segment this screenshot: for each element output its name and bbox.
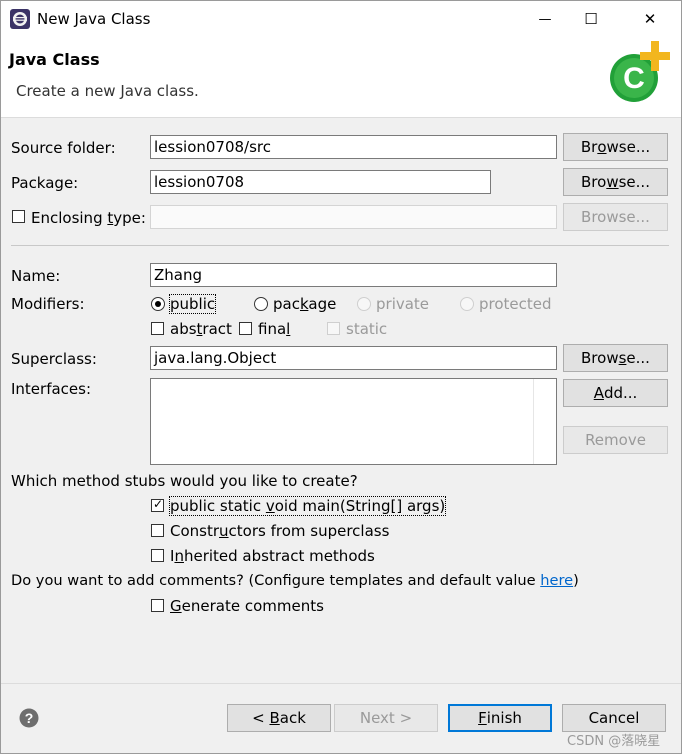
minimize-icon: — bbox=[538, 11, 552, 27]
wizard-description: Create a new Java class. bbox=[16, 82, 199, 100]
maximize-button[interactable]: ☐ bbox=[568, 1, 614, 37]
interfaces-list-scrollbar[interactable] bbox=[533, 379, 556, 464]
name-label: Name: bbox=[11, 267, 61, 285]
static-checkbox-label: static bbox=[346, 320, 388, 338]
finish-button[interactable]: Finish bbox=[448, 704, 552, 732]
package-field[interactable]: lession0708 bbox=[150, 170, 491, 194]
interfaces-label: Interfaces: bbox=[11, 380, 92, 398]
window-title: New Java Class bbox=[37, 10, 151, 28]
wizard-title: Java Class bbox=[9, 50, 100, 69]
enclosing-type-browse-button[interactable]: Browse... bbox=[563, 203, 668, 231]
main-method-label: public static void main(String[] args) bbox=[168, 496, 447, 516]
next-button[interactable]: Next > bbox=[334, 704, 438, 732]
maximize-icon: ☐ bbox=[584, 10, 598, 28]
private-radio-label: private bbox=[376, 295, 430, 313]
class-name-field[interactable]: Zhang bbox=[150, 263, 557, 287]
package-radio[interactable] bbox=[254, 297, 268, 311]
source-folder-field[interactable]: lession0708/src bbox=[150, 135, 557, 159]
superclass-field[interactable]: java.lang.Object bbox=[150, 346, 557, 370]
constructors-label: Constructors from superclass bbox=[170, 522, 390, 540]
modifiers-label: Modifiers: bbox=[11, 295, 85, 313]
package-radio-label: package bbox=[273, 295, 337, 313]
method-stubs-question: Which method stubs would you like to cre… bbox=[11, 472, 358, 490]
back-button[interactable]: < Back bbox=[227, 704, 331, 732]
package-browse-button[interactable]: Bro w se... bbox=[563, 168, 668, 196]
source-folder-browse-button[interactable]: Br o wse... bbox=[563, 133, 668, 161]
eclipse-app-icon bbox=[10, 9, 30, 29]
close-button[interactable]: ✕ bbox=[627, 1, 673, 37]
private-radio[interactable] bbox=[357, 297, 371, 311]
browse-label: Brow bbox=[581, 349, 619, 367]
protected-radio-label: protected bbox=[479, 295, 552, 313]
svg-text:C: C bbox=[623, 62, 645, 95]
enclosing-type-checkbox[interactable] bbox=[12, 210, 25, 223]
main-method-checkbox[interactable]: ✓ bbox=[151, 497, 164, 512]
abstract-checkbox[interactable] bbox=[151, 322, 164, 335]
browse-label: Br bbox=[580, 138, 598, 156]
source-folder-label: Source folder: bbox=[11, 139, 116, 157]
new-java-class-dialog: New Java Class — ☐ ✕ Java Class Create a… bbox=[0, 0, 682, 754]
static-checkbox[interactable] bbox=[327, 322, 340, 335]
configure-templates-link[interactable]: here bbox=[540, 572, 573, 589]
footer-separator bbox=[1, 683, 681, 684]
separator bbox=[11, 245, 669, 246]
public-radio-label: public bbox=[168, 294, 217, 314]
final-checkbox-label: final bbox=[258, 320, 291, 338]
wizard-header: Java Class Create a new Java class. C bbox=[1, 37, 681, 118]
comments-question: Do you want to add comments? (Configure … bbox=[11, 572, 579, 589]
minimize-button[interactable]: — bbox=[522, 1, 568, 37]
public-radio[interactable] bbox=[151, 297, 165, 311]
interfaces-list[interactable] bbox=[150, 378, 557, 465]
close-icon: ✕ bbox=[643, 10, 657, 28]
enclosing-type-label: Enclosing type: bbox=[31, 209, 146, 227]
remove-interface-button[interactable]: Remove bbox=[563, 426, 668, 454]
enclosing-type-field[interactable] bbox=[150, 205, 557, 229]
inherited-methods-label: Inherited abstract methods bbox=[170, 547, 375, 565]
superclass-label: Superclass: bbox=[11, 350, 97, 368]
superclass-browse-button[interactable]: Brow s e... bbox=[563, 344, 668, 372]
abstract-checkbox-label: abstract bbox=[170, 320, 232, 338]
generate-comments-checkbox[interactable] bbox=[151, 599, 164, 612]
cancel-button[interactable]: Cancel bbox=[562, 704, 666, 732]
csdn-watermark: CSDN @落晓星 bbox=[567, 734, 661, 749]
help-icon[interactable]: ? bbox=[19, 708, 39, 728]
inherited-methods-checkbox[interactable] bbox=[151, 549, 164, 562]
title-bar: New Java Class — ☐ ✕ bbox=[1, 1, 681, 37]
new-class-wizard-icon: C bbox=[610, 41, 670, 102]
add-interface-button[interactable]: Add... bbox=[563, 379, 668, 407]
final-checkbox[interactable] bbox=[239, 322, 252, 335]
browse-label: Bro bbox=[581, 173, 607, 191]
package-label: Package: bbox=[11, 174, 79, 192]
protected-radio[interactable] bbox=[460, 297, 474, 311]
constructors-checkbox[interactable] bbox=[151, 524, 164, 537]
generate-comments-label: Generate comments bbox=[170, 597, 324, 615]
checkmark-icon: ✓ bbox=[153, 497, 164, 511]
svg-text:?: ? bbox=[25, 710, 34, 726]
